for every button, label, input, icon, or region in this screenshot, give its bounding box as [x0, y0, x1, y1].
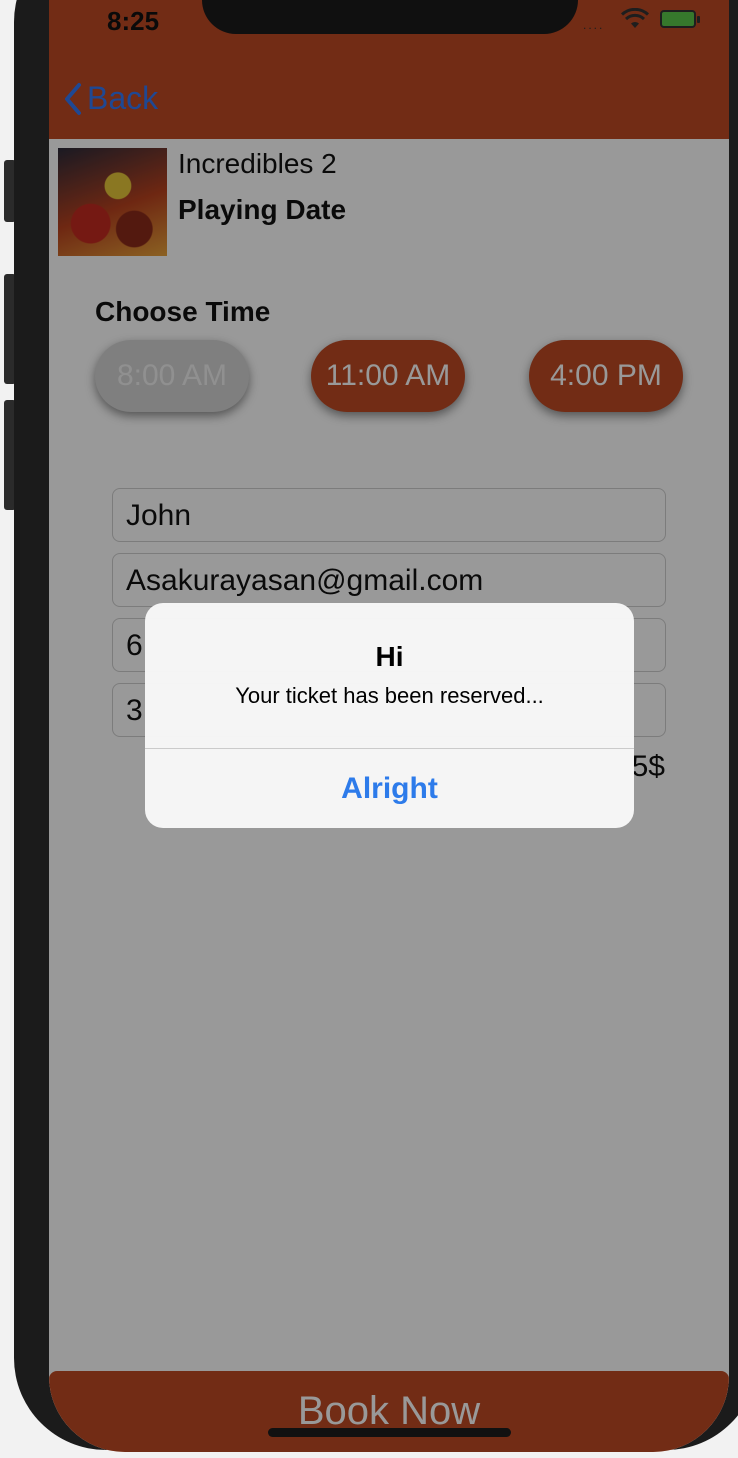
- home-indicator: [268, 1428, 511, 1437]
- alert-alright-button[interactable]: Alright: [145, 749, 634, 828]
- alert-message: Your ticket has been reserved...: [235, 683, 544, 708]
- alert-title: Hi: [375, 641, 404, 672]
- app-screen: 8:25 .... Back Incredibles 2 Playing Dat…: [49, 0, 729, 1452]
- alert-dialog: Hi Your ticket has been reserved... Alri…: [145, 603, 634, 828]
